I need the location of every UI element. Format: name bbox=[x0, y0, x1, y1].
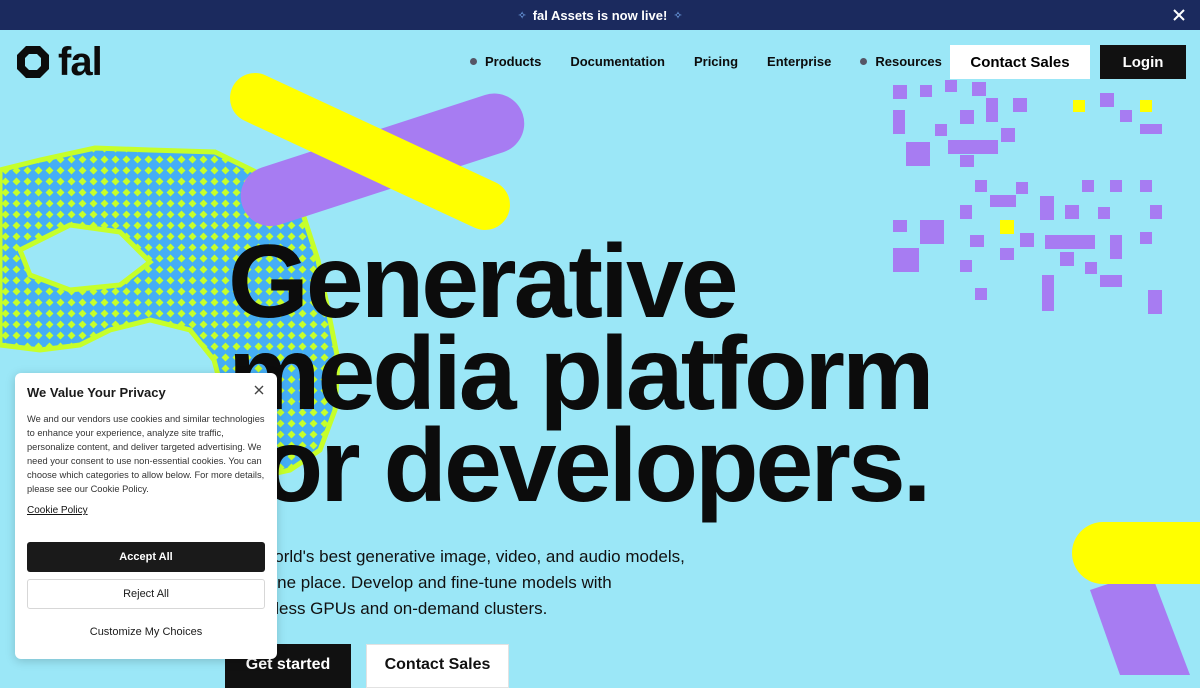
nav-item-products[interactable]: Products bbox=[470, 54, 541, 69]
main-nav: Products Documentation Pricing Enterpris… bbox=[470, 44, 971, 78]
menu-dot-icon bbox=[860, 57, 868, 65]
hero-contact-sales-button[interactable]: Contact Sales bbox=[366, 644, 509, 688]
logo-text: fal bbox=[58, 40, 103, 84]
hero-subtitle: The world's best generative image, video… bbox=[228, 544, 688, 622]
announcement-text[interactable]: fal Assets is now live! bbox=[533, 8, 668, 23]
nav-item-enterprise[interactable]: Enterprise bbox=[767, 54, 831, 69]
nav-label: Resources bbox=[875, 53, 942, 69]
cookie-policy-link[interactable]: Cookie Policy bbox=[27, 505, 88, 516]
hero-title-line: Generative bbox=[228, 224, 739, 340]
brand-logo[interactable]: fal bbox=[14, 40, 103, 84]
yellow-pill-shape bbox=[1072, 522, 1200, 584]
nav-label: Products bbox=[485, 53, 542, 69]
cookie-consent-dialog: We Value Your Privacy We and our vendors… bbox=[15, 373, 277, 659]
hero-title: Generative media platform for developers… bbox=[228, 224, 934, 524]
nav-label: Documentation bbox=[570, 53, 665, 69]
hero-title-line: for developers. bbox=[228, 408, 932, 524]
sparkle-icon: ✧ bbox=[673, 9, 683, 22]
purple-bar-shape bbox=[1090, 570, 1190, 675]
nav-label: Enterprise bbox=[767, 53, 832, 69]
contact-sales-button[interactable]: Contact Sales bbox=[950, 45, 1090, 79]
fal-logo-icon bbox=[17, 46, 49, 78]
hero-subtitle-line: all in one place. Develop and fine-tune … bbox=[228, 573, 612, 592]
close-icon[interactable] bbox=[253, 384, 265, 396]
announcement-banner[interactable]: ✧ fal Assets is now live! ✧ bbox=[0, 0, 1200, 30]
nav-item-pricing[interactable]: Pricing bbox=[694, 54, 738, 69]
hero-subtitle-line: serverless GPUs and on-demand clusters. bbox=[228, 599, 548, 618]
hero-subtitle-line: The world's best generative image, video… bbox=[228, 547, 685, 566]
hero-title-line: media platform bbox=[228, 316, 934, 432]
close-icon[interactable] bbox=[1170, 6, 1188, 24]
accept-all-button[interactable]: Accept All bbox=[27, 542, 265, 572]
cookie-dialog-body: We and our vendors use cookies and simil… bbox=[27, 414, 265, 494]
nav-item-documentation[interactable]: Documentation bbox=[570, 54, 665, 69]
sparkle-icon: ✧ bbox=[517, 9, 527, 22]
cookie-dialog-title: We Value Your Privacy bbox=[27, 385, 166, 400]
login-button[interactable]: Login bbox=[1100, 45, 1186, 79]
nav-label: Pricing bbox=[693, 53, 739, 69]
menu-dot-icon bbox=[470, 57, 477, 65]
customize-choices-button[interactable]: Customize My Choices bbox=[27, 618, 265, 646]
nav-item-resources[interactable]: Resources bbox=[860, 53, 942, 69]
pixel-cluster-shape bbox=[893, 80, 1162, 314]
reject-all-button[interactable]: Reject All bbox=[27, 579, 265, 609]
